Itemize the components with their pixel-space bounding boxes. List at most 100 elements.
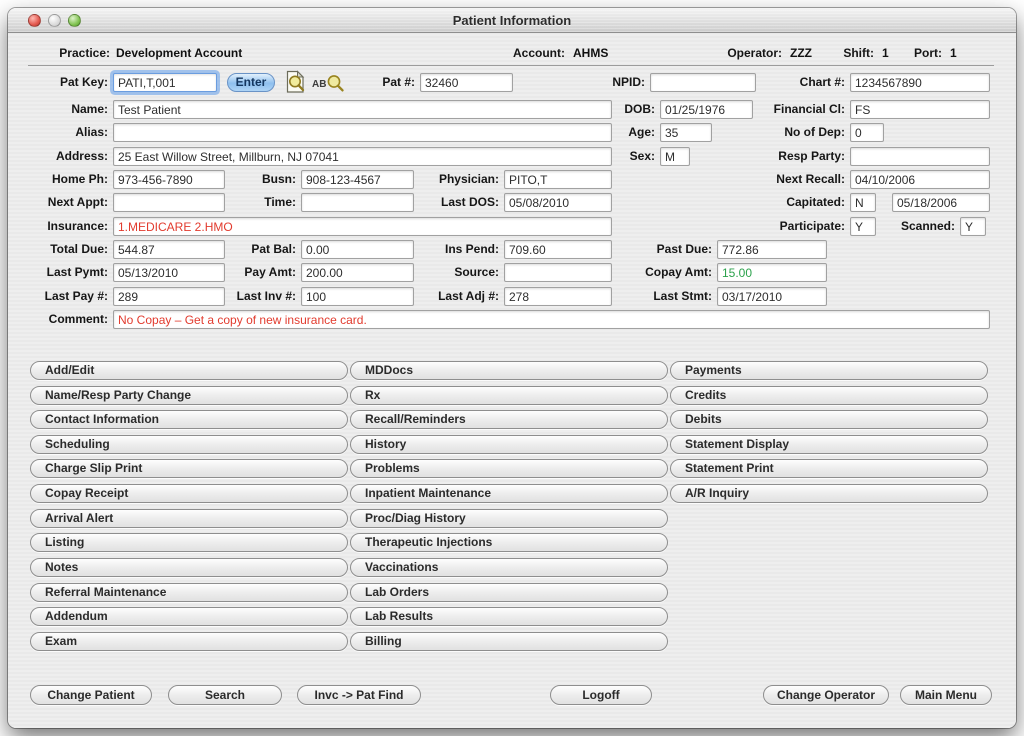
insurance-label: Insurance:: [18, 217, 108, 235]
practice-value: Development Account: [116, 44, 242, 62]
menu-mddocs-button[interactable]: MDDocs: [350, 361, 668, 380]
last-adj-num-label: Last Adj #:: [393, 287, 499, 305]
past-due-field[interactable]: 772.86: [717, 240, 827, 259]
menu-problems-button[interactable]: Problems: [350, 459, 668, 478]
menu-contact-information-button[interactable]: Contact Information: [30, 410, 348, 429]
past-due-label: Past Due:: [603, 240, 712, 258]
address-field[interactable]: 25 East Willow Street, Millburn, NJ 0704…: [113, 147, 612, 166]
age-label: Age:: [585, 123, 655, 141]
port-value: 1: [950, 44, 957, 62]
last-dos-field[interactable]: 05/08/2010: [504, 193, 612, 212]
participate-label: Participate:: [698, 217, 845, 235]
menu-credits-button[interactable]: Credits: [670, 386, 988, 405]
change-operator-button[interactable]: Change Operator: [763, 685, 889, 705]
menu-lab-results-button[interactable]: Lab Results: [350, 607, 668, 626]
last-inv-num-label: Last Inv #:: [203, 287, 296, 305]
last-pay-num-label: Last Pay #:: [18, 287, 108, 305]
next-recall-label: Next Recall:: [698, 170, 845, 188]
menu-recall-reminders-button[interactable]: Recall/Reminders: [350, 410, 668, 429]
address-label: Address:: [18, 147, 108, 165]
account-label: Account:: [448, 44, 565, 62]
sex-label: Sex:: [585, 147, 655, 165]
capitated-flag-field[interactable]: N: [850, 193, 876, 212]
menu-statement-print-button[interactable]: Statement Print: [670, 459, 988, 478]
menu-scheduling-button[interactable]: Scheduling: [30, 435, 348, 454]
enter-button[interactable]: Enter: [227, 73, 275, 92]
financial-class-field[interactable]: FS: [850, 100, 990, 119]
menu-exam-button[interactable]: Exam: [30, 632, 348, 651]
menu-notes-button[interactable]: Notes: [30, 558, 348, 577]
menu-statement-display-button[interactable]: Statement Display: [670, 435, 988, 454]
menu-rx-button[interactable]: Rx: [350, 386, 668, 405]
logoff-button[interactable]: Logoff: [550, 685, 652, 705]
copay-amt-field[interactable]: 15.00: [717, 263, 827, 282]
pat-key-field[interactable]: PATI,T,001: [113, 73, 217, 92]
next-recall-field[interactable]: 04/10/2006: [850, 170, 990, 189]
alias-field[interactable]: [113, 123, 612, 142]
ins-pend-label: Ins Pend:: [393, 240, 499, 258]
main-menu-button[interactable]: Main Menu: [900, 685, 992, 705]
patient-information-window: Patient Information Practice: Developmen…: [8, 8, 1016, 728]
last-stmt-field[interactable]: 03/17/2010: [717, 287, 827, 306]
menu-inpatient-maintenance-button[interactable]: Inpatient Maintenance: [350, 484, 668, 503]
menu-proc-diag-history-button[interactable]: Proc/Diag History: [350, 509, 668, 528]
total-due-label: Total Due:: [18, 240, 108, 258]
port-label: Port:: [883, 44, 942, 62]
capitated-date-field[interactable]: 05/18/2006: [892, 193, 990, 212]
physician-field[interactable]: PITO,T: [504, 170, 612, 189]
menu-copay-receipt-button[interactable]: Copay Receipt: [30, 484, 348, 503]
invc-pat-find-button[interactable]: Invc -> Pat Find: [297, 685, 421, 705]
sex-field[interactable]: M: [660, 147, 690, 166]
no-of-dep-field[interactable]: 0: [850, 123, 884, 142]
title-bar[interactable]: Patient Information: [8, 8, 1016, 33]
financial-class-label: Financial Cl:: [698, 100, 845, 118]
search-button[interactable]: Search: [168, 685, 282, 705]
operator-label: Operator:: [648, 44, 782, 62]
copay-amt-label: Copay Amt:: [603, 263, 712, 281]
resp-party-field[interactable]: [850, 147, 990, 166]
menu-arrival-alert-button[interactable]: Arrival Alert: [30, 509, 348, 528]
last-pymt-label: Last Pymt:: [18, 263, 108, 281]
menu-name-resp-party-change-button[interactable]: Name/Resp Party Change: [30, 386, 348, 405]
busn-label: Busn:: [203, 170, 296, 188]
physician-label: Physician:: [393, 170, 499, 188]
account-value: AHMS: [573, 44, 608, 62]
source-field[interactable]: [504, 263, 612, 282]
no-of-dep-label: No of Dep:: [698, 123, 845, 141]
header-separator: [28, 65, 994, 66]
capitated-label: Capitated:: [698, 193, 845, 211]
comment-label: Comment:: [18, 310, 108, 328]
screen: Patient Information Practice: Developmen…: [0, 0, 1024, 736]
insurance-field[interactable]: 1.MEDICARE 2.HMO: [113, 217, 612, 236]
menu-billing-button[interactable]: Billing: [350, 632, 668, 651]
pat-num-label: Pat #:: [338, 73, 415, 91]
menu-ar-inquiry-button[interactable]: A/R Inquiry: [670, 484, 988, 503]
document-search-icon[interactable]: [285, 70, 306, 99]
name-field[interactable]: Test Patient: [113, 100, 612, 119]
chart-num-field[interactable]: 1234567890: [850, 73, 990, 92]
menu-payments-button[interactable]: Payments: [670, 361, 988, 380]
comment-field[interactable]: No Copay – Get a copy of new insurance c…: [113, 310, 990, 329]
pat-bal-label: Pat Bal:: [203, 240, 296, 258]
name-search-glyph: AB: [312, 79, 326, 90]
change-patient-button[interactable]: Change Patient: [30, 685, 152, 705]
dob-label: DOB:: [585, 100, 655, 118]
menu-listing-button[interactable]: Listing: [30, 533, 348, 552]
menu-add-edit-button[interactable]: Add/Edit: [30, 361, 348, 380]
menu-history-button[interactable]: History: [350, 435, 668, 454]
menu-addendum-button[interactable]: Addendum: [30, 607, 348, 626]
npid-label: NPID:: [563, 73, 645, 91]
pat-num-field[interactable]: 32460: [420, 73, 513, 92]
menu-therapeutic-injections-button[interactable]: Therapeutic Injections: [350, 533, 668, 552]
menu-vaccinations-button[interactable]: Vaccinations: [350, 558, 668, 577]
window-title: Patient Information: [8, 8, 1016, 33]
menu-referral-maintenance-button[interactable]: Referral Maintenance: [30, 583, 348, 602]
chart-num-label: Chart #:: [698, 73, 845, 91]
ins-pend-field[interactable]: 709.60: [504, 240, 612, 259]
scanned-field[interactable]: Y: [960, 217, 986, 236]
menu-debits-button[interactable]: Debits: [670, 410, 988, 429]
menu-charge-slip-print-button[interactable]: Charge Slip Print: [30, 459, 348, 478]
last-adj-num-field[interactable]: 278: [504, 287, 612, 306]
shift-label: Shift:: [808, 44, 874, 62]
menu-lab-orders-button[interactable]: Lab Orders: [350, 583, 668, 602]
